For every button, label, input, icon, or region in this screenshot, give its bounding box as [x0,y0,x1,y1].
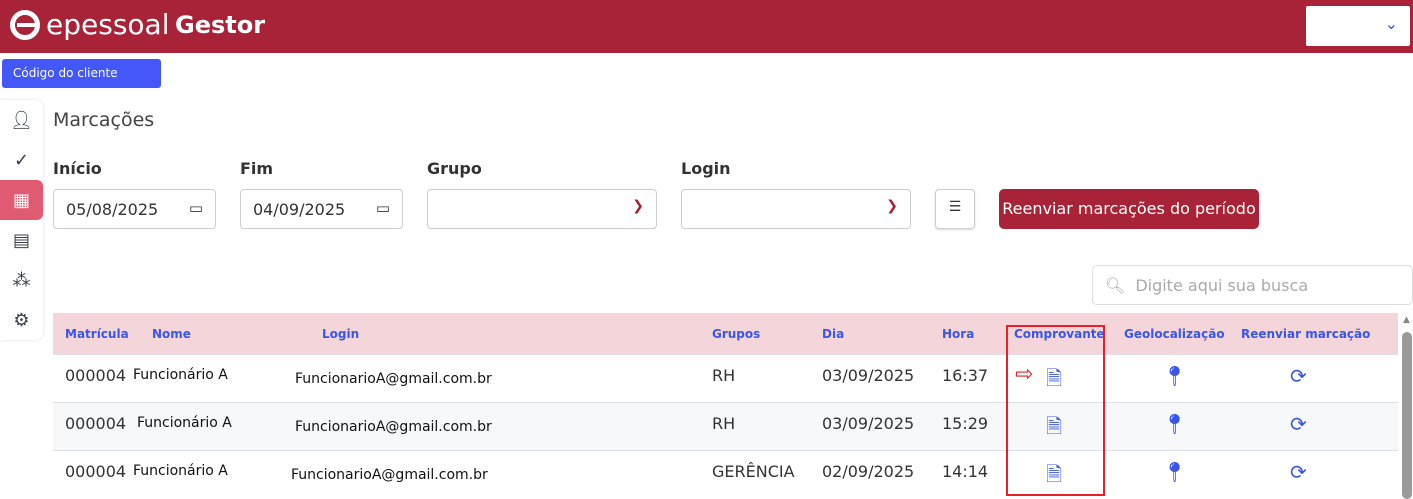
search-input[interactable]: 🔍︎ Digite aqui sua busca [1092,265,1413,305]
inicio-value: 05/08/2025 [66,200,159,219]
cell-grupo: RH [712,366,736,385]
col-nome[interactable]: Nome [152,327,191,341]
highlight-box [1006,325,1105,496]
inicio-date-input[interactable]: 05/08/2025 ▭ [53,189,216,229]
resend-sync-icon[interactable]: ⟳ [1290,412,1307,436]
app-name: Gestor [175,11,266,39]
team-icon[interactable]: ⁂ [0,260,43,300]
cell-dia: 03/09/2025 [822,414,915,433]
cell-hora: 15:29 [942,414,989,433]
cell-nome: Funcionário A [133,367,228,383]
grupo-label: Grupo [427,159,482,178]
fim-value: 04/09/2025 [253,200,346,219]
cell-login: FuncionarioA@gmail.com.br [295,419,492,435]
chevron-down-icon: ⌄ [1384,14,1398,33]
col-hora[interactable]: Hora [942,327,974,341]
calendar-icon[interactable]: ▭ [189,199,203,217]
cell-login: FuncionarioA@gmail.com.br [291,467,488,483]
login-select[interactable]: ❯ [681,189,911,229]
cell-nome: Funcionário A [137,415,232,431]
top-header: epessoal Gestor ⌄ [0,0,1413,53]
col-grupos[interactable]: Grupos [712,327,760,341]
scrollbar-thumb[interactable] [1402,332,1412,499]
cell-dia: 03/09/2025 [822,366,915,385]
col-geolocalizacao[interactable]: Geolocalização [1124,327,1225,341]
check-icon[interactable]: ✓ [0,140,43,180]
filter-button[interactable]: ☰ [935,189,975,229]
resend-sync-icon[interactable]: ⟳ [1290,460,1307,484]
col-dia[interactable]: Dia [822,327,844,341]
cell-matricula: 000004 [65,414,127,433]
user-icon[interactable]: 👤︎ [0,100,43,140]
login-label: Login [681,159,731,178]
location-pin-icon[interactable]: 📍︎ [1162,364,1187,388]
search-icon: 🔍︎ [1105,276,1126,295]
cell-hora: 16:37 [942,366,989,385]
chevron-down-icon: ❯ [632,198,644,214]
location-pin-icon[interactable]: 📍︎ [1162,460,1187,484]
resend-sync-icon[interactable]: ⟳ [1290,364,1307,388]
document-icon[interactable]: ▤ [0,220,43,260]
filter-icon: ☰ [948,199,962,215]
cell-matricula: 000004 [65,462,127,481]
gear-icon[interactable]: ⚙ [0,300,43,340]
cell-nome: Funcionário A [133,463,228,479]
calendar-icon[interactable]: ▭ [376,199,390,217]
cell-hora: 14:14 [942,462,989,481]
col-matricula[interactable]: Matrícula [65,327,129,341]
inicio-label: Início [53,159,102,178]
location-pin-icon[interactable]: 📍︎ [1162,412,1187,436]
chevron-down-icon: ❯ [886,198,898,214]
search-placeholder: Digite aqui sua busca [1135,276,1309,295]
page-title: Marcações [53,109,155,131]
fim-label: Fim [240,159,274,178]
resend-period-button[interactable]: Reenviar marcações do período [999,189,1259,229]
header-select[interactable]: ⌄ [1306,6,1410,46]
client-code-button[interactable]: Código do cliente [2,59,161,88]
fim-date-input[interactable]: 04/09/2025 ▭ [240,189,403,229]
cell-dia: 02/09/2025 [822,462,915,481]
timesheet-icon[interactable]: ▦ [0,180,43,220]
cell-grupo: RH [712,414,736,433]
cell-matricula: 000004 [65,366,127,385]
sidebar: 👤︎ ✓ ▦ ▤ ⁂ ⚙ [0,100,43,340]
col-login[interactable]: Login [322,327,359,341]
brand-logo: epessoal [10,8,169,41]
arrow-right-icon: ⇨ [1015,362,1034,387]
cell-login: FuncionarioA@gmail.com.br [295,371,492,387]
cell-grupo: GERÊNCIA [712,462,795,481]
grupo-select[interactable]: ❯ [427,189,657,229]
col-reenviar[interactable]: Reenviar marcação [1241,327,1370,341]
